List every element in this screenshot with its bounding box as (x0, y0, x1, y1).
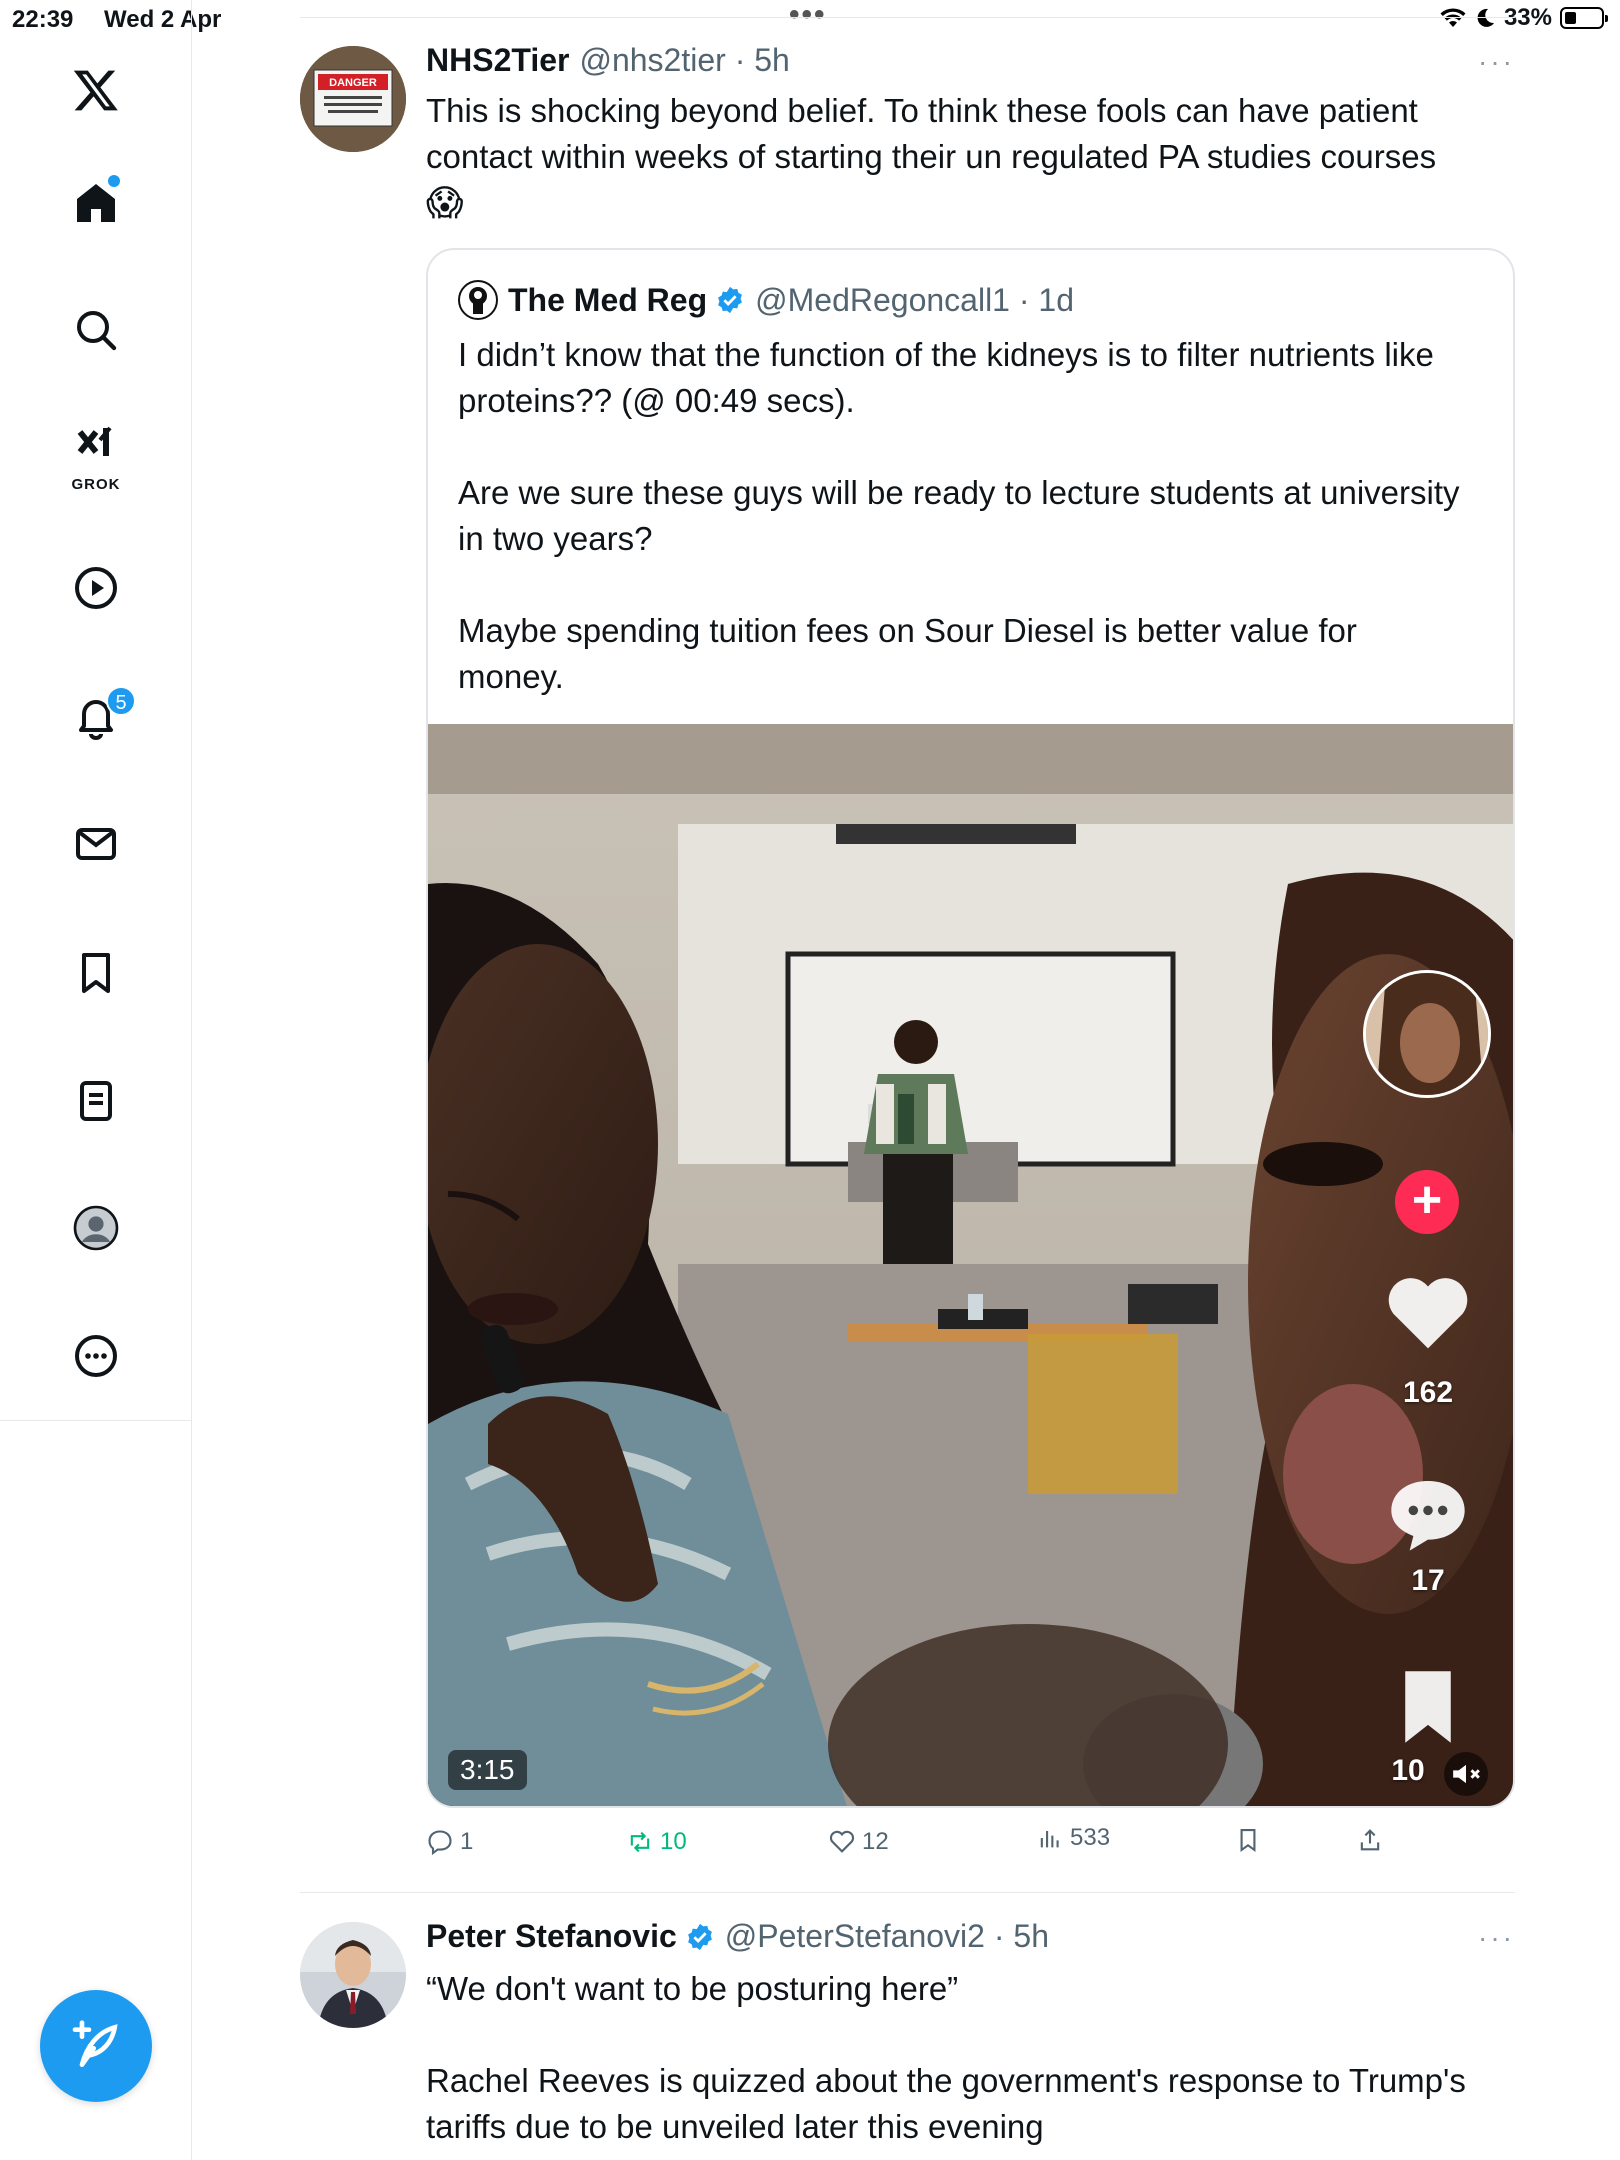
save-icon[interactable] (1394, 1668, 1462, 1746)
video-player[interactable]: + 162 17 10 3:15 (428, 724, 1513, 1806)
compose-button[interactable] (40, 1990, 152, 2102)
quote-handle-time[interactable]: @MedRegoncall1 · 1d (755, 282, 1074, 319)
author-name[interactable]: Peter Stefanovic (426, 1918, 677, 1955)
svg-text:DANGER: DANGER (329, 77, 377, 89)
mail-icon[interactable] (68, 816, 124, 872)
tweet-header: NHS2Tier @nhs2tier · 5h (426, 42, 790, 79)
grok-icon[interactable] (68, 420, 124, 476)
heart-icon[interactable] (1384, 1272, 1472, 1352)
like-count: 12 (862, 1828, 889, 1855)
more-icon[interactable] (68, 1328, 124, 1384)
quote-paragraph: Maybe spending tuition fees on Sour Dies… (458, 612, 1357, 695)
mute-button[interactable] (1444, 1752, 1488, 1796)
author-handle-time[interactable]: @PeterStefanovi2 · 5h (725, 1918, 1049, 1955)
views-button[interactable]: 533 (1036, 1824, 1110, 1852)
tweet-text-line: “We don't want to be posturing here” (426, 1970, 959, 2007)
quoted-tweet-text: I didn’t know that the function of the k… (458, 332, 1468, 700)
comment-icon[interactable] (1384, 1472, 1472, 1556)
bookmark-outline-icon (1240, 1829, 1256, 1852)
follow-plus-button[interactable]: + (1395, 1170, 1459, 1234)
lists-icon[interactable] (68, 1073, 124, 1129)
danger-sign-image: DANGER (300, 46, 406, 152)
video-duration: 3:15 (448, 1750, 527, 1790)
home-unread-dot (108, 175, 120, 187)
video-frame (428, 724, 1513, 1806)
author-handle-time[interactable]: @nhs2tier · 5h (579, 42, 789, 79)
battery-icon (1560, 7, 1608, 29)
repost-count: 10 (660, 1828, 687, 1855)
share-button[interactable] (1356, 1826, 1384, 1854)
comment-count: 17 (1411, 1564, 1445, 1597)
quote-author-name[interactable]: The Med Reg (508, 282, 707, 319)
bookmark-button[interactable] (1234, 1826, 1262, 1854)
views-chart-icon (1040, 1831, 1059, 1848)
moon-icon (1477, 8, 1494, 27)
search-icon[interactable] (68, 302, 124, 358)
tweet-actions: 1 10 12 533 (426, 1822, 1426, 1868)
tweet-text: This is shocking beyond belief. To think… (426, 92, 1437, 175)
quoted-tweet[interactable]: The Med Reg @MedRegoncall1 · 1d I didn’t… (426, 248, 1515, 1808)
wifi-icon (1440, 8, 1466, 27)
reply-count: 1 (460, 1828, 474, 1855)
repost-button[interactable]: 10 (626, 1828, 687, 1856)
quote-paragraph: I didn’t know that the function of the k… (458, 336, 1434, 419)
avatar[interactable] (300, 1922, 406, 2028)
compose-icon (72, 2020, 118, 2067)
tweet-text-line: Rachel Reeves is quizzed about the gover… (426, 2062, 1466, 2145)
creator-avatar[interactable] (1363, 970, 1491, 1098)
status-bar: 22:39 Wed 2 Apr ••• 33% (0, 0, 1620, 40)
repost-icon (630, 1831, 650, 1853)
scream-emoji: 😱 (426, 182, 464, 223)
view-count: 533 (1070, 1824, 1111, 1851)
video-icon[interactable] (68, 560, 124, 616)
timeline-top-divider (300, 17, 1515, 18)
quote-paragraph: Are we sure these guys will be ready to … (458, 474, 1460, 557)
more-options-icon[interactable]: ··· (1478, 46, 1515, 78)
grok-label: GROK (71, 476, 121, 493)
like-count: 162 (1402, 1376, 1454, 1409)
more-options-icon[interactable]: ··· (1478, 1922, 1515, 1954)
verified-badge-icon (687, 1923, 712, 1950)
quoted-tweet-header: The Med Reg @MedRegoncall1 · 1d (458, 280, 1074, 320)
profile-icon[interactable] (68, 1200, 124, 1256)
bookmark-icon[interactable] (68, 945, 124, 1001)
multitasking-dots-icon[interactable]: ••• (789, 0, 827, 30)
reply-button[interactable]: 1 (426, 1828, 473, 1856)
quote-author-avatar[interactable] (458, 280, 498, 320)
author-name[interactable]: NHS2Tier (426, 42, 569, 79)
avatar[interactable]: DANGER (300, 46, 406, 152)
reply-icon (428, 1830, 452, 1856)
tweet-separator (300, 1892, 1515, 1893)
notifications-badge: 5 (106, 686, 136, 716)
x-logo-icon[interactable] (68, 62, 124, 118)
share-icon (1360, 1829, 1380, 1851)
battery-percent: 33% (1503, 4, 1552, 31)
tweet-body: This is shocking beyond belief. To think… (426, 88, 1506, 227)
home-icon[interactable] (68, 175, 124, 231)
avatar-photo (300, 1922, 406, 2028)
sidebar: GROK 5 (0, 0, 192, 2160)
heart-outline-icon (829, 1830, 855, 1853)
tweet-body: “We don't want to be posturing here” Rac… (426, 1966, 1516, 2150)
tweet-header: Peter Stefanovic @PeterStefanovi2 · 5h (426, 1918, 1049, 1955)
like-button[interactable]: 12 (828, 1828, 889, 1856)
sidebar-separator (0, 1420, 192, 1421)
verified-badge-icon (718, 286, 742, 314)
save-count: 10 (1391, 1754, 1425, 1787)
speaker-muted-icon (1453, 1764, 1480, 1784)
status-right: 33% (1440, 4, 1608, 32)
